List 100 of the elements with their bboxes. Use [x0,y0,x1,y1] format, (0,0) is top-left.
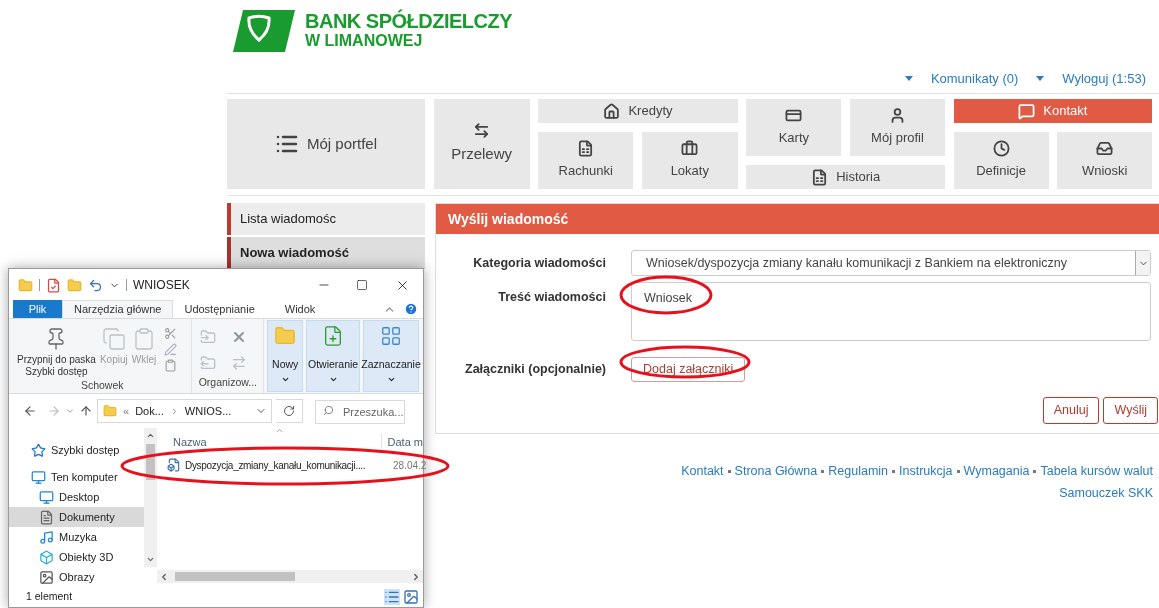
top-link[interactable]: Wyloguj (1:53) [1062,68,1146,89]
ribbon-large-button[interactable]: Otwieranie [306,320,360,392]
ribbon-button[interactable]: Przypnij do paska Szybki dostęp [17,327,96,378]
inbox-icon [1096,140,1114,158]
scroll-down-icon[interactable] [146,555,155,564]
details-view-icon[interactable] [384,589,400,605]
scissors-icon[interactable] [164,327,178,340]
recent-locations-icon[interactable] [65,406,75,416]
field-label: Załączniki (opcjonalnie) [464,361,606,379]
ledger-icon [811,168,829,186]
dropdown-caret-icon[interactable] [1036,76,1045,81]
footer-link[interactable]: Wymagania [963,462,1030,481]
file-tab[interactable]: Plik [13,300,62,318]
back-arrow-icon[interactable] [23,404,37,418]
scrollbar-thumb[interactable] [175,572,295,581]
footer-link[interactable]: Kontakt [681,462,724,481]
forward-arrow-icon[interactable] [47,404,61,418]
folder-icon[interactable] [67,277,82,293]
message-textarea[interactable]: Wniosek [631,282,1151,341]
file-icon [167,458,181,472]
copy-path-icon[interactable] [164,343,178,356]
nav-tile[interactable]: Mój profil [849,99,945,156]
top-link[interactable]: Komunikaty (0) [930,68,1019,89]
column-header[interactable]: Data m [380,433,423,452]
address-bar[interactable]: « Dok... WNIOS... [97,399,272,423]
nav-tile[interactable]: Rachunki [538,132,634,189]
nav-pane-item[interactable]: Obiekty 3D [9,547,144,567]
panel-title: Wyślij wiadomość [436,204,1159,234]
nav-tile[interactable]: Wnioski [1057,132,1153,189]
vertical-scrollbar[interactable] [144,428,157,567]
paste-shortcut-icon[interactable] [164,359,178,372]
nav-pane-item[interactable]: Desktop [9,487,144,507]
search-icon [323,405,334,416]
category-select[interactable]: Wniosek/dyspozycja zmiany kanału komunikacji z Bankiem na elektroniczny [631,250,1151,276]
rename-icon[interactable] [230,355,247,372]
sort-caret-icon [275,426,284,435]
bank-city: W LIMANOWEJ [305,31,424,51]
large-icons-view-icon[interactable] [403,589,419,605]
document-icon [39,509,54,525]
file-name: Dyspozycja_zmiany_kanału_komunikacji.... [185,458,367,473]
nav-pane-item[interactable]: Dokumenty [9,507,144,527]
group-label: Schowek [79,378,125,393]
folder-icon [103,404,117,418]
bank-logo-icon [233,10,295,52]
nav-tile[interactable]: Historia [746,165,945,189]
sidebar-item[interactable]: Nowa wiadomość [227,237,425,269]
copy-to-icon[interactable] [200,355,217,372]
folder-icon[interactable] [18,277,33,293]
refresh-button[interactable] [276,399,303,423]
help-icon[interactable] [404,302,418,316]
scroll-right-icon[interactable] [411,571,421,582]
checked-file-icon[interactable] [46,277,61,293]
horizontal-scrollbar[interactable] [157,570,423,583]
nav-tile[interactable]: Kredyty [538,99,738,123]
breadcrumb[interactable]: Dok... [135,402,164,420]
cube-icon [39,549,54,565]
add-attachments-button[interactable]: Dodaj załączniki [631,357,746,382]
copy-icon [101,327,126,351]
footer-link[interactable]: Strona Główna [734,462,818,481]
undo-icon[interactable] [88,277,103,293]
nav-tile[interactable]: Mój portfel [227,99,425,189]
picture-frame-icon [39,569,54,585]
scrollbar-thumb[interactable] [146,444,155,480]
column-header[interactable]: Nazwa [173,433,381,452]
nav-pane-item[interactable]: Obrazy [9,567,144,587]
ribbon-tab[interactable]: Udostępnianie [173,300,266,318]
nav-tile[interactable]: Definicje [953,132,1049,189]
desktop-icon [39,489,54,505]
nav-tile[interactable]: Przelewy [433,99,530,189]
dropdown-caret-icon[interactable] [904,76,913,81]
maximize-icon [356,279,368,291]
search-field[interactable]: Przeszuka... [315,400,405,424]
briefcase-icon [681,140,699,158]
breadcrumb[interactable]: WNIOS... [184,402,232,420]
nav-pane-item[interactable]: Muzyka [9,527,144,547]
form-button[interactable]: Anuluj [1042,397,1100,424]
status-text: 1 element [26,589,73,605]
overflow-mark[interactable]: « [123,402,130,420]
folder-icon [274,325,297,347]
sidebar-item[interactable]: Lista wiadomośc [227,203,425,235]
scroll-left-icon[interactable] [159,571,169,582]
ribbon-large-button[interactable]: Zaznaczanie [363,320,419,392]
footer-link[interactable]: Samouczek SKK [1059,483,1153,503]
ribbon-large-button[interactable]: Nowy [267,320,304,392]
footer-link[interactable]: Regulamin [828,462,889,481]
ribbon-tab[interactable]: Narzędzia główne [62,300,174,318]
ribbon-tab[interactable]: Widok [273,300,327,318]
nav-tile[interactable]: Lokaty [641,132,738,189]
form-button[interactable]: Wyślij [1103,397,1158,424]
move-icon[interactable] [200,329,217,345]
window-title: WNIOSEK [133,277,190,294]
nav-pane-item[interactable]: Ten komputer [9,467,144,487]
nav-pane-item[interactable]: Szybki dostęp [9,440,144,460]
footer-link[interactable]: Tabela kursów walut [1040,462,1153,481]
refresh-icon [283,405,295,417]
nav-tile[interactable]: Karty [746,99,842,156]
footer-link[interactable]: Instrukcja [899,462,953,481]
nav-tile[interactable]: Kontakt [953,99,1153,123]
music-note-icon [39,529,54,545]
scroll-up-icon[interactable] [146,431,155,440]
